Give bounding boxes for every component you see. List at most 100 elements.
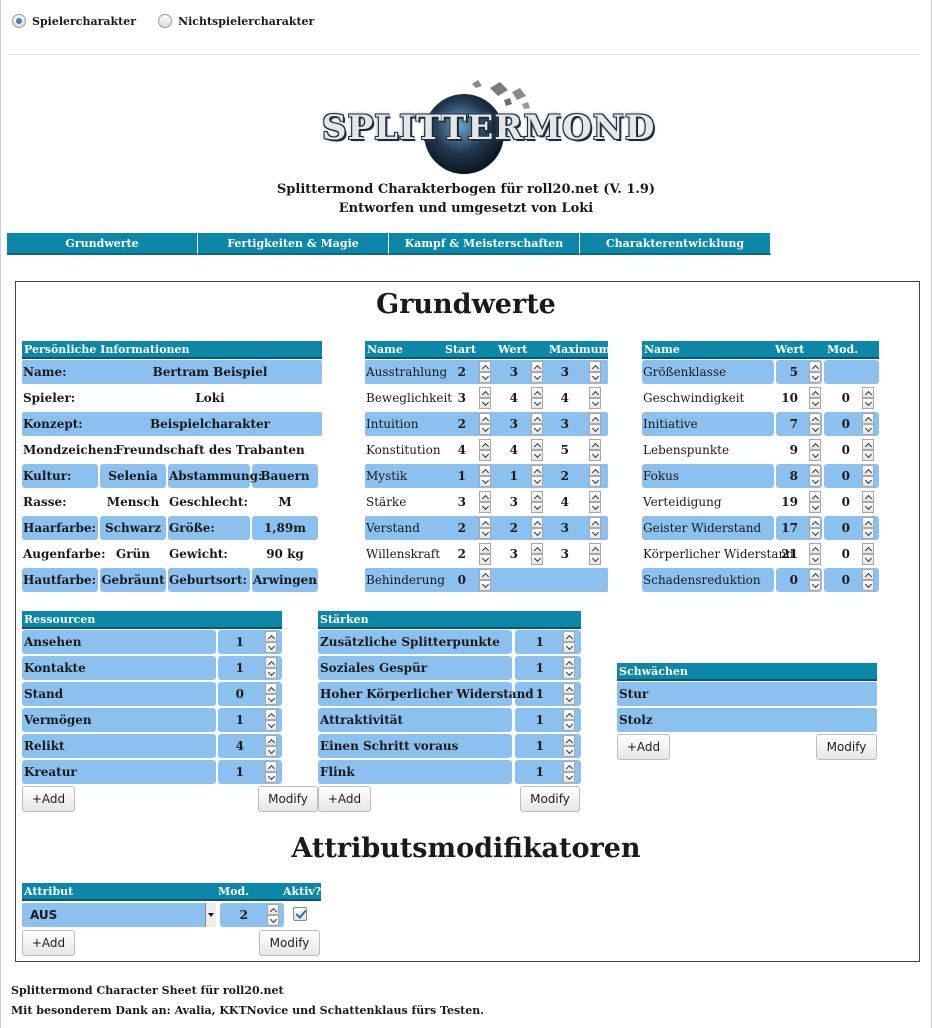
resource-spinner[interactable]	[265, 631, 277, 653]
resource-name[interactable]: Kreatur	[24, 760, 77, 784]
derived-value-spinner[interactable]	[809, 361, 821, 383]
attribute-value-spinner[interactable]	[531, 387, 543, 409]
name-field[interactable]: Bertram Beispiel	[100, 360, 320, 384]
attribute-max-spinner[interactable]	[589, 543, 601, 565]
derived-mod[interactable]: 0	[830, 412, 850, 436]
strength-spinner[interactable]	[563, 683, 575, 705]
eyes-field[interactable]: Grün	[100, 542, 166, 566]
derived-mod[interactable]: 0	[830, 516, 850, 540]
attribute-value[interactable]: 4	[498, 438, 518, 462]
strength-value[interactable]: 1	[524, 734, 544, 758]
resource-value[interactable]: 1	[224, 630, 244, 654]
attribute-value-spinner[interactable]	[531, 361, 543, 383]
attribute-value-spinner[interactable]	[531, 543, 543, 565]
attribute-max-spinner[interactable]	[589, 465, 601, 487]
attribute-start-spinner[interactable]	[479, 543, 491, 565]
attribute-value-spinner[interactable]	[531, 517, 543, 539]
derived-mod-spinner[interactable]	[862, 517, 874, 539]
radio-pc-label[interactable]: Spielercharakter	[32, 15, 136, 28]
gender-field[interactable]: M	[252, 490, 318, 514]
attribute-start-spinner[interactable]	[479, 517, 491, 539]
attribute-start-spinner[interactable]	[479, 491, 491, 513]
resource-name[interactable]: Stand	[24, 682, 63, 706]
birthplace-field[interactable]: Arwingen	[252, 568, 318, 592]
derived-mod[interactable]: 0	[830, 438, 850, 462]
attribute-start[interactable]: 2	[446, 412, 466, 436]
derived-value-spinner[interactable]	[809, 491, 821, 513]
concept-field[interactable]: Beispielcharakter	[100, 412, 320, 436]
burden-spinner[interactable]	[479, 569, 491, 591]
resource-spinner[interactable]	[265, 709, 277, 731]
resource-value[interactable]: 1	[224, 760, 244, 784]
derived-mod-spinner[interactable]	[862, 491, 874, 513]
attrmod-mod-value[interactable]: 2	[228, 903, 248, 927]
attribute-max-spinner[interactable]	[589, 361, 601, 383]
derived-mod-spinner[interactable]	[862, 387, 874, 409]
strengths-modify-button[interactable]: Modify	[520, 786, 580, 812]
attribute-start[interactable]: 2	[446, 360, 466, 384]
attribute-start[interactable]: 1	[446, 464, 466, 488]
weakness-name[interactable]: Stur	[619, 682, 648, 706]
tab-fertigkeiten-magie[interactable]: Fertigkeiten & Magie	[198, 233, 389, 255]
derived-value-spinner[interactable]	[809, 387, 821, 409]
strength-name[interactable]: Soziales Gespür	[320, 656, 427, 680]
attribute-max[interactable]: 3	[549, 360, 569, 384]
chevron-down-icon[interactable]	[205, 903, 216, 927]
attribute-start-spinner[interactable]	[479, 361, 491, 383]
attrmod-modify-button[interactable]: Modify	[259, 930, 320, 956]
tab-kampf-meisterschaften[interactable]: Kampf & Meisterschaften	[389, 233, 580, 255]
descent-field[interactable]: Bauern	[252, 464, 318, 488]
weaknesses-add-button[interactable]: +Add	[617, 734, 670, 760]
height-field[interactable]: 1,89m	[252, 516, 318, 540]
attribute-max-spinner[interactable]	[589, 387, 601, 409]
strength-value[interactable]: 1	[524, 630, 544, 654]
attribute-value[interactable]: 3	[498, 412, 518, 436]
strength-value[interactable]: 1	[524, 656, 544, 680]
attribute-value-spinner[interactable]	[531, 465, 543, 487]
attribute-max[interactable]: 5	[549, 438, 569, 462]
derived-mod[interactable]: 0	[830, 464, 850, 488]
derived-value-spinner[interactable]	[809, 465, 821, 487]
attribute-max[interactable]: 3	[549, 516, 569, 540]
resources-add-button[interactable]: +Add	[22, 786, 75, 812]
strengths-add-button[interactable]: +Add	[318, 786, 371, 812]
resource-name[interactable]: Relikt	[24, 734, 65, 758]
derived-value[interactable]: 21	[778, 542, 798, 566]
strength-value[interactable]: 1	[524, 708, 544, 732]
strength-name[interactable]: Flink	[320, 760, 355, 784]
resource-spinner[interactable]	[265, 657, 277, 679]
radio-npc-label[interactable]: Nichtspielercharakter	[178, 15, 314, 28]
player-field[interactable]: Loki	[100, 386, 320, 410]
strength-spinner[interactable]	[563, 761, 575, 783]
derived-mod-spinner[interactable]	[862, 569, 874, 591]
attribute-start-spinner[interactable]	[479, 387, 491, 409]
attrmod-active-checkbox[interactable]	[293, 907, 307, 921]
attrmod-add-button[interactable]: +Add	[22, 930, 75, 956]
derived-value[interactable]: 7	[778, 412, 798, 436]
attribute-start[interactable]: 3	[446, 490, 466, 514]
attribute-start-spinner[interactable]	[479, 413, 491, 435]
attribute-max-spinner[interactable]	[589, 491, 601, 513]
attribute-max-spinner[interactable]	[589, 413, 601, 435]
attribute-max[interactable]: 4	[549, 386, 569, 410]
strength-name[interactable]: Hoher Körperlicher Widerstand	[320, 682, 534, 706]
strength-spinner[interactable]	[563, 657, 575, 679]
attribute-value-spinner[interactable]	[531, 439, 543, 461]
resources-modify-button[interactable]: Modify	[258, 786, 318, 812]
derived-value[interactable]: 5	[778, 360, 798, 384]
attribute-value-spinner[interactable]	[531, 413, 543, 435]
strength-value[interactable]: 1	[524, 760, 544, 784]
resource-value[interactable]: 1	[224, 708, 244, 732]
weaknesses-modify-button[interactable]: Modify	[816, 734, 877, 760]
derived-value-spinner[interactable]	[809, 413, 821, 435]
attribute-start-spinner[interactable]	[479, 439, 491, 461]
derived-value-spinner[interactable]	[809, 517, 821, 539]
derived-mod-spinner[interactable]	[862, 413, 874, 435]
derived-value-spinner[interactable]	[809, 543, 821, 565]
attribute-value[interactable]: 3	[498, 542, 518, 566]
attribute-max[interactable]: 3	[549, 542, 569, 566]
resource-name[interactable]: Vermögen	[24, 708, 92, 732]
culture-field[interactable]: Selenia	[100, 464, 166, 488]
attribute-start[interactable]: 4	[446, 438, 466, 462]
radio-npc[interactable]	[158, 14, 173, 28]
